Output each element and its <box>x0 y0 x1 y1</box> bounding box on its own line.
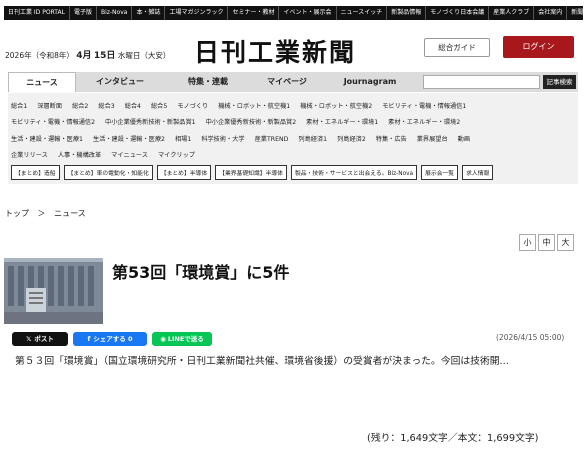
top-link[interactable]: 新聞購読・試読 <box>567 6 587 20</box>
breadcrumb-separator: ＞ <box>37 209 46 218</box>
share-facebook-label: シェアする 0 <box>93 335 133 343</box>
tab-journagram[interactable]: Journagram <box>322 72 418 92</box>
share-facebook-button[interactable]: f シェアする 0 <box>73 332 147 346</box>
top-link[interactable]: イベント・展示会 <box>279 6 337 20</box>
category-link[interactable]: 総合5 <box>151 101 167 110</box>
topic-tag[interactable]: 求人情報 <box>462 165 494 180</box>
date-month: 4月 <box>76 51 92 61</box>
top-link[interactable]: 新製品情報 <box>387 6 427 20</box>
topic-tag[interactable]: 【まとめ】車の電動化・知能化 <box>63 165 153 180</box>
topic-tags: 【まとめ】造船 【まとめ】車の電動化・知能化 【まとめ】半導体 【業界基礎知識】半導体… <box>11 165 575 180</box>
category-link[interactable]: 業界展望台 <box>417 134 448 143</box>
category-link[interactable]: 総合4 <box>125 101 141 110</box>
category-link[interactable]: 素材・エネルギー・環境1 <box>306 117 378 126</box>
category-menu: 総合1 深層断面 総合2 総合3 総合4 総合5 モノづくり 機械・ロボット・航空機1 機械・ロ… <box>8 93 578 184</box>
date-prefix: 2026年（令和8年） <box>5 51 74 60</box>
category-row: 生活・建設・運輸・医療1 生活・建設・運輸・医療2 相場1 科学技術・大学 産業TREN… <box>11 130 575 147</box>
tab-feature[interactable]: 特集・連載 <box>164 72 252 92</box>
category-row: 企業リリース 人事・機構改革 マイニュース マイクリップ <box>11 147 575 164</box>
top-link[interactable]: ニュースイッチ <box>337 6 388 20</box>
category-link[interactable]: マイニュース <box>111 150 148 159</box>
font-size-controls: 小 中 大 <box>517 234 574 251</box>
category-link[interactable]: 動画 <box>458 134 470 143</box>
article-thumbnail[interactable] <box>4 258 103 324</box>
site-logo[interactable]: 日刊工業新聞 <box>194 33 356 69</box>
font-small-button[interactable]: 小 <box>519 234 536 251</box>
share-line-button[interactable]: ◉ LINEで送る <box>152 332 212 346</box>
top-link[interactable]: 日刊工業 ID PORTAL <box>4 6 70 20</box>
facebook-icon: f <box>87 335 91 343</box>
breadcrumb-home[interactable]: トップ <box>5 209 29 218</box>
building-photo <box>4 258 103 324</box>
category-link[interactable]: 企業リリース <box>11 150 48 159</box>
line-icon: ◉ <box>160 335 166 343</box>
category-link[interactable]: 総合2 <box>72 101 88 110</box>
issue-date: 2026年（令和8年） 4月 15日 水曜日（大安） <box>5 48 170 61</box>
category-row: 総合1 深層断面 総合2 総合3 総合4 総合5 モノづくり 機械・ロボット・航空機1 機械・ロ… <box>11 97 575 114</box>
top-link[interactable]: 工場マガジンラック <box>165 6 229 20</box>
category-link[interactable]: 列島経済1 <box>298 134 327 143</box>
top-bar: 日刊工業 ID PORTAL 電子版 Biz-Nova 本・雑誌 工場マガジンラック セミ… <box>0 0 587 25</box>
login-button[interactable]: ログイン <box>503 36 574 58</box>
category-link[interactable]: 産業TREND <box>255 134 289 143</box>
category-link[interactable]: マイクリップ <box>158 150 195 159</box>
top-link[interactable]: 会社案内 <box>534 6 568 20</box>
top-link[interactable]: 本・雑誌 <box>132 6 166 20</box>
category-link[interactable]: 相場1 <box>175 134 191 143</box>
category-link[interactable]: 機械・ロボット・航空機2 <box>300 101 372 110</box>
top-link[interactable]: 産業人クラブ <box>489 6 535 20</box>
tab-news[interactable]: ニュース <box>8 72 76 92</box>
topic-tag[interactable]: 【業界基礎知識】半導体 <box>215 165 287 180</box>
guide-button[interactable]: 総合ガイド <box>424 38 490 57</box>
category-link[interactable]: 生活・建設・運輸・医療2 <box>93 134 165 143</box>
share-line-label: LINEで送る <box>167 335 204 343</box>
date-weekday: 水曜日（大安） <box>117 51 171 60</box>
top-link[interactable]: セミナー・教材 <box>228 6 280 20</box>
share-buttons: 𝕏 ポスト f シェアする 0 ◉ LINEで送る <box>12 332 212 346</box>
category-link[interactable]: モビリティ・電機・情報通信1 <box>382 101 466 110</box>
topic-tag[interactable]: 展示会一覧 <box>421 165 459 180</box>
breadcrumb-current[interactable]: ニュース <box>54 209 86 218</box>
category-link[interactable]: 機械・ロボット・航空機1 <box>218 101 290 110</box>
category-link[interactable]: 素材・エネルギー・環境2 <box>388 117 460 126</box>
tab-interview[interactable]: インタビュー <box>76 72 164 92</box>
category-link[interactable]: モビリティ・電機・情報通信2 <box>11 117 95 126</box>
article-title: 第53回「環境賞」に5件 <box>112 263 290 282</box>
tab-mypage[interactable]: マイページ <box>252 72 322 92</box>
category-link[interactable]: 生活・建設・運輸・医療1 <box>11 134 83 143</box>
category-link[interactable]: 総合1 <box>11 101 27 110</box>
category-link[interactable]: 中小企業優秀新技術・新製品賞1 <box>105 117 196 126</box>
category-link[interactable]: 中小企業優秀新技術・新製品賞2 <box>206 117 297 126</box>
top-bar-links: 日刊工業 ID PORTAL 電子版 Biz-Nova 本・雑誌 工場マガジンラック セミ… <box>4 6 587 20</box>
category-row: モビリティ・電機・情報通信2 中小企業優秀新技術・新製品賞1 中小企業優秀新技術・新… <box>11 114 575 131</box>
category-link[interactable]: 特集・広告 <box>376 134 407 143</box>
breadcrumb: トップ ＞ ニュース <box>5 208 86 219</box>
category-link[interactable]: 科学技術・大学 <box>201 134 244 143</box>
top-link[interactable]: Biz-Nova <box>97 6 133 20</box>
topic-tag[interactable]: 製品・技術・サービスと出会える。Biz-Nova <box>290 165 418 180</box>
font-medium-button[interactable]: 中 <box>538 234 555 251</box>
font-large-button[interactable]: 大 <box>557 234 574 251</box>
x-icon: 𝕏 <box>26 335 32 343</box>
category-link[interactable]: 人事・機構改革 <box>58 150 101 159</box>
category-link[interactable]: 深層断面 <box>37 101 62 110</box>
share-x-button[interactable]: 𝕏 ポスト <box>12 332 68 346</box>
category-link[interactable]: 総合3 <box>98 101 114 110</box>
article-body: 第５３回「環境賞」（国立環境研究所・日刊工業新聞社共催、環境省後援）の受賞者が決… <box>5 353 580 370</box>
article-body-text: 第５３回「環境賞」（国立環境研究所・日刊工業新聞社共催、環境省後援）の受賞者が決… <box>15 356 509 367</box>
search-button[interactable]: 記事検索 <box>543 75 576 89</box>
category-link[interactable]: 列島経済2 <box>337 134 366 143</box>
topic-tag[interactable]: 【まとめ】造船 <box>11 165 60 180</box>
main-nav: ニュース インタビュー 特集・連載 マイページ Journagram 記事検索 <box>8 72 578 92</box>
search-input[interactable] <box>423 75 540 89</box>
share-x-label: ポスト <box>34 335 54 343</box>
category-link[interactable]: モノづくり <box>177 101 208 110</box>
date-day: 15日 <box>93 51 116 61</box>
topic-tag[interactable]: 【まとめ】半導体 <box>156 165 212 180</box>
top-link[interactable]: 電子版 <box>70 6 97 20</box>
remaining-count: (残り：1,649文字／本文：1,699文字) <box>367 433 539 444</box>
article-date: (2026/4/15 05:00) <box>496 333 565 342</box>
top-link[interactable]: モノづくり日本会議 <box>426 6 490 20</box>
